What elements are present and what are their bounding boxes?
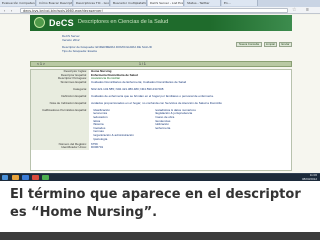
site-header: DeCS Descriptores en Ciencias de la Salu… bbox=[30, 15, 292, 31]
app-icon[interactable] bbox=[42, 175, 49, 180]
system-clock[interactable]: 11:06 08/03/2012 bbox=[302, 173, 317, 181]
folder-icon[interactable] bbox=[12, 175, 19, 180]
back-icon[interactable]: ‹ bbox=[2, 8, 7, 13]
browser-tab[interactable]: Buscador multiplataforma bbox=[111, 0, 147, 6]
decs-logo-icon bbox=[34, 17, 45, 28]
record-row: Calificadores Permitidos Español: /clasi… bbox=[31, 108, 291, 143]
browser-tab[interactable]: Evaluación Competencias bbox=[0, 0, 36, 6]
forward-icon[interactable]: › bbox=[9, 8, 14, 13]
browser-tab-active[interactable]: DeCS Server - List Exact bbox=[148, 0, 184, 6]
browser-tab[interactable]: En... bbox=[222, 0, 258, 6]
clear-button[interactable]: Limpiar bbox=[264, 42, 277, 47]
search-info: DeCS Server Versión 2012 Descriptor de b… bbox=[62, 34, 222, 53]
result-pager: < 1 > 1 / 1 bbox=[30, 61, 292, 67]
url-input[interactable]: decs.bvs.br/cgi-bin/wxis1660.exe/decsser… bbox=[20, 8, 288, 13]
qualifier-link[interactable]: /psicología bbox=[93, 137, 153, 142]
descriptor-record: Descriptor Inglés: Home Nursing Descript… bbox=[30, 69, 292, 171]
browser-tab[interactable]: Descriptores TIC - Google bbox=[74, 0, 110, 6]
browser-tab-bar: Evaluación Competencias Cómo Buscar Desc… bbox=[0, 0, 320, 7]
screenshot-area: Evaluación Competencias Cómo Buscar Desc… bbox=[0, 0, 320, 181]
browser-icon[interactable] bbox=[22, 175, 29, 180]
row-label: Identificador Único: bbox=[31, 146, 89, 150]
address-bar: ‹ › decs.bvs.br/cgi-bin/wxis1660.exe/dec… bbox=[0, 7, 320, 14]
qualifier-column: /estadística & datos numéricos /legislac… bbox=[155, 108, 215, 131]
browser-tab[interactable]: Cómo Buscar Descriptores bbox=[37, 0, 73, 6]
send-button[interactable]: Enviar bbox=[279, 42, 292, 47]
record-row: Identificador Único: D006701 bbox=[31, 146, 291, 150]
bookmark-star-icon[interactable]: ☆ bbox=[292, 8, 296, 13]
site-subtitle: Descriptores en Ciencias de la Salud bbox=[78, 19, 169, 25]
pager-arrows[interactable]: < 1 > bbox=[37, 62, 45, 66]
new-search-button[interactable]: Nueva Consulta bbox=[236, 42, 262, 47]
unique-id-value: D006701 bbox=[91, 145, 104, 150]
start-button-icon[interactable] bbox=[2, 175, 8, 180]
header-decoration bbox=[210, 15, 292, 31]
slide-caption: El término que aparece en el descriptor … bbox=[0, 181, 320, 232]
slide-bottom-strip bbox=[0, 232, 320, 240]
web-page: DeCS Descriptores en Ciencias de la Salu… bbox=[0, 15, 320, 173]
row-label: Calificadores Permitidos Español: bbox=[31, 108, 89, 143]
site-logo[interactable]: DeCS bbox=[49, 17, 74, 29]
result-count: 1 / 1 bbox=[139, 62, 146, 66]
meta-line: Tipo de búsqueda: Exacta bbox=[62, 49, 97, 53]
browser-menu-icon[interactable]: ≡ bbox=[306, 8, 309, 13]
os-taskbar: 11:06 08/03/2012 bbox=[0, 173, 320, 181]
browser-tab[interactable]: Status - Twitter bbox=[185, 0, 221, 6]
qualifier-link[interactable]: /enfermería bbox=[155, 126, 215, 131]
app-icon[interactable] bbox=[32, 175, 39, 180]
qualifier-column: /clasificación /economía /educación /éti… bbox=[93, 108, 153, 142]
